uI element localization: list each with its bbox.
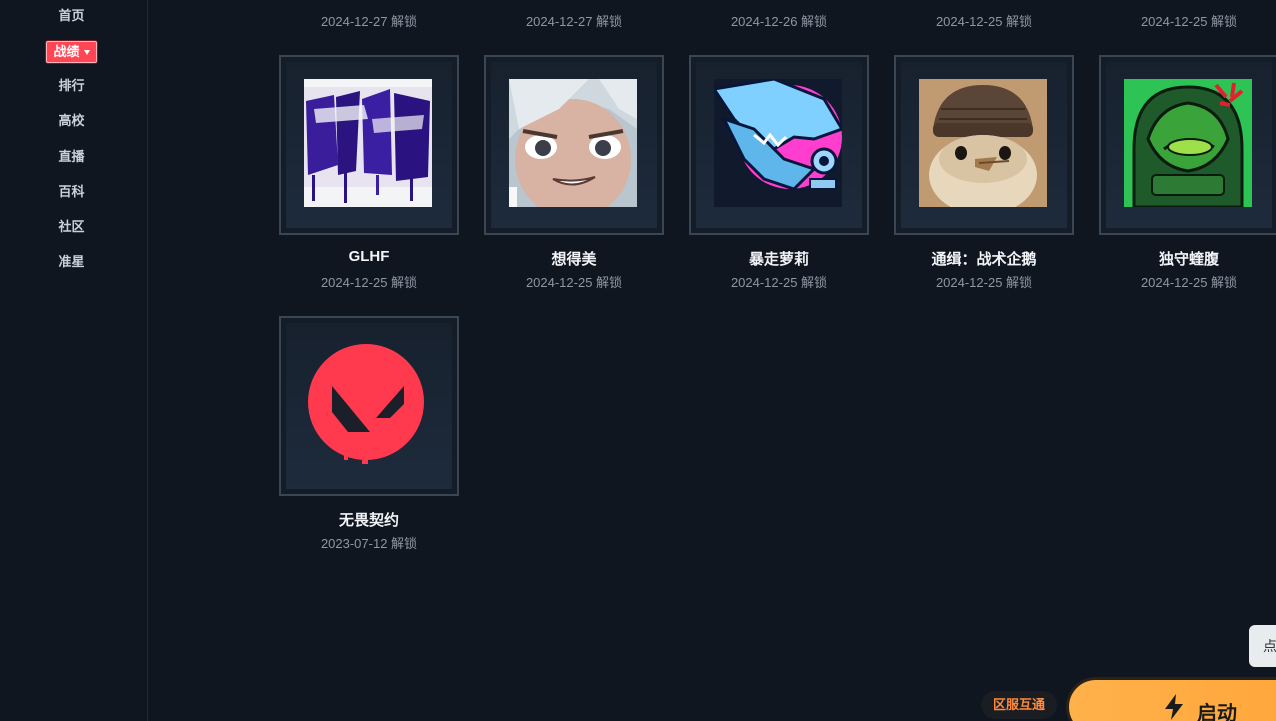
card-date: 2024-12-26 解锁 (730, 14, 828, 29)
card-title: GLHF (348, 248, 390, 265)
card-date: 2023-07-12 解锁 (320, 536, 418, 551)
sidebar-item-wiki[interactable]: 百科 (0, 183, 143, 201)
active-pill: 战绩 (46, 41, 97, 63)
card-date: 2024-12-27 解锁 (320, 14, 418, 29)
green-alien-icon (1124, 79, 1252, 207)
sidebar-item-label: 高校 (58, 113, 85, 128)
graffiti-glhf-icon (304, 79, 432, 207)
penguin-icon (919, 79, 1047, 207)
sidebar-item-label: 百科 (58, 184, 85, 199)
sidebar-item-live[interactable]: 直播 (0, 148, 143, 166)
sidebar-item-label: 社区 (58, 219, 85, 234)
sidebar: 首页 战绩 排行 高校 直播 百科 社区 准星 (0, 0, 148, 721)
card-date: 2024-12-25 解锁 (320, 275, 418, 290)
sidebar-item-home[interactable]: 首页 (0, 7, 143, 25)
card-title-cut (279, 0, 459, 2)
side-float-tab[interactable]: 点 (1249, 625, 1276, 667)
card-title: 想得美 (551, 251, 597, 268)
card-date: 2024-12-25 解锁 (1140, 275, 1238, 290)
region-interop-badge: 区服互通 (981, 691, 1057, 719)
sidebar-item-community[interactable]: 社区 (0, 218, 143, 236)
sidebar-item-label: 战绩 (53, 44, 80, 59)
card-date: 2024-12-25 解锁 (935, 14, 1033, 29)
card-title: 暴走萝莉 (748, 251, 809, 268)
sidebar-item-label: 首页 (58, 8, 85, 23)
sidebar-item-ranking[interactable]: 排行 (0, 77, 143, 95)
caret-down-icon (83, 49, 90, 55)
shark-graffiti-icon (714, 79, 842, 207)
card-title: 通缉：战术企鹅 (931, 251, 1037, 268)
app-root: 首页 战绩 排行 高校 直播 百科 社区 准星 2024-12-27 解锁 20… (0, 0, 1276, 721)
sidebar-item-label: 直播 (58, 149, 85, 164)
card-date: 2024-12-25 解锁 (1140, 14, 1238, 29)
sidebar-item-college[interactable]: 高校 (0, 112, 143, 130)
card-date: 2024-12-25 解锁 (935, 275, 1033, 290)
lightning-icon (1165, 694, 1183, 720)
sidebar-item-crosshair[interactable]: 准星 (0, 253, 143, 271)
card-date: 2024-12-25 解锁 (730, 275, 828, 290)
launch-button[interactable]: 启动 (1066, 677, 1276, 721)
card-title: 独守蝰腹 (1158, 251, 1219, 268)
card-date: 2024-12-25 解锁 (525, 275, 623, 290)
launch-label: 启动 (1197, 703, 1237, 721)
card-date: 2024-12-27 解锁 (525, 14, 623, 29)
sidebar-item-label: 准星 (58, 254, 85, 269)
card-title: 无畏契约 (338, 512, 399, 529)
sidebar-item-stats[interactable]: 战绩 (0, 41, 143, 63)
cartoon-face-icon (509, 79, 637, 207)
sidebar-item-label: 排行 (58, 78, 85, 93)
valorant-logo-icon (304, 340, 432, 468)
side-tab-label: 点 (1263, 638, 1276, 654)
